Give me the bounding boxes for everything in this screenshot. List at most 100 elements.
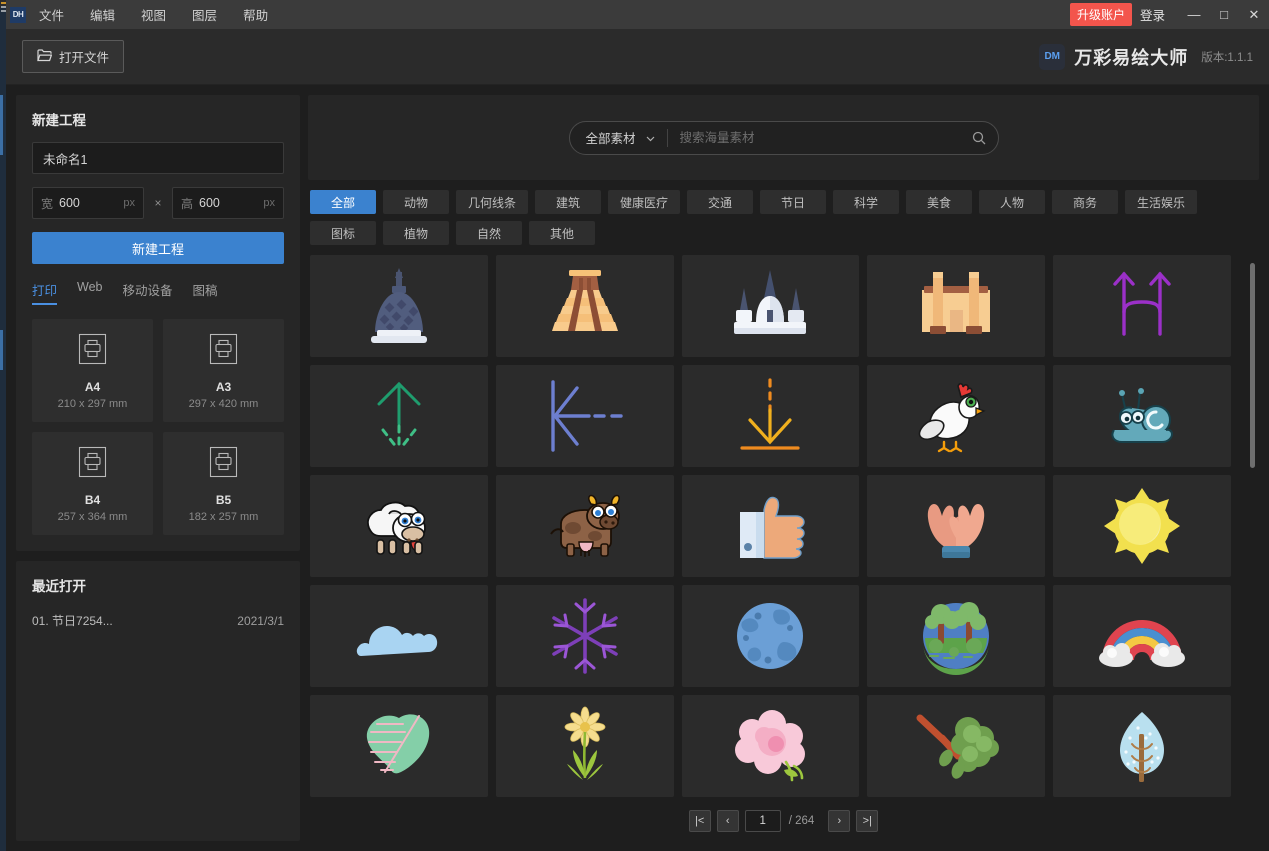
green-up-arrow-icon (357, 374, 441, 458)
asset-tile[interactable] (1053, 695, 1231, 797)
asset-tile[interactable] (867, 475, 1046, 577)
asset-tile[interactable] (495, 695, 674, 797)
upgrade-account-button[interactable]: 升级账户 (1069, 3, 1132, 26)
page-number-input[interactable] (744, 810, 781, 832)
create-project-button[interactable]: 新建工程 (32, 232, 284, 264)
category-science[interactable]: 科学 (833, 190, 900, 214)
asset-tile[interactable] (1053, 255, 1231, 357)
preset-card-a4[interactable]: A4 210 x 297 mm (32, 319, 153, 422)
preset-dims: 210 x 297 mm (57, 398, 128, 410)
preset-name: B5 (215, 493, 232, 507)
stupa-temple-icon (357, 264, 441, 348)
pagination-bar: |< ‹ / 264 › >| (308, 801, 1259, 841)
brand-name: 万彩易绘大师 (1074, 47, 1189, 68)
category-architecture[interactable]: 建筑 (535, 190, 602, 214)
preset-card-a3[interactable]: A3 297 x 420 mm (163, 319, 284, 422)
category-health-medical[interactable]: 健康医疗 (608, 190, 681, 214)
asset-tile[interactable] (310, 475, 488, 577)
category-all[interactable]: 全部 (310, 190, 376, 214)
open-file-button[interactable]: 打开文件 (22, 40, 125, 73)
height-field[interactable]: 高 600 px (172, 187, 284, 219)
asset-tile[interactable] (495, 475, 674, 577)
category-people[interactable]: 人物 (979, 190, 1046, 214)
search-input[interactable] (679, 130, 964, 145)
asset-tile[interactable] (681, 365, 860, 467)
category-filter-bar: 全部 动物 几何线条 建筑 健康医疗 交通 节日 科学 美食 人物 商务 生活娱… (308, 180, 1259, 253)
asset-grid-wrapper (308, 253, 1259, 801)
menu-layer[interactable]: 图层 (179, 1, 230, 28)
category-food[interactable]: 美食 (906, 190, 973, 214)
tab-mobile[interactable]: 移动设备 (123, 280, 173, 305)
maximize-button[interactable]: □ (1209, 0, 1239, 29)
menu-file[interactable]: 文件 (26, 1, 77, 28)
close-button[interactable]: ✕ (1239, 0, 1269, 29)
asset-tile[interactable] (495, 255, 674, 357)
first-page-button[interactable]: |< (688, 810, 711, 832)
toolbar: 打开文件 DM 万彩易绘大师 版本:1.1.1 (6, 29, 1269, 85)
tree-branch-icon (912, 704, 1000, 788)
login-button[interactable]: 登录 (1140, 5, 1165, 24)
asset-tile[interactable] (681, 585, 860, 687)
asset-tile[interactable] (1053, 365, 1231, 467)
purple-snowflake-icon (543, 594, 627, 678)
asset-tile[interactable] (310, 695, 488, 797)
preset-dims: 297 x 420 mm (188, 398, 259, 410)
asset-tile[interactable] (495, 585, 674, 687)
preset-dims: 182 x 257 mm (188, 511, 259, 523)
last-page-button[interactable]: >| (856, 810, 879, 832)
category-plants[interactable]: 植物 (383, 221, 449, 245)
category-animals[interactable]: 动物 (383, 190, 449, 214)
category-other[interactable]: 其他 (529, 221, 595, 245)
asset-tile[interactable] (681, 255, 860, 357)
preset-dims: 257 x 364 mm (57, 511, 128, 523)
asset-tile[interactable] (310, 585, 488, 687)
preset-card-b5[interactable]: B5 182 x 257 mm (163, 432, 284, 535)
preset-card-b4[interactable]: B4 257 x 364 mm (32, 432, 153, 535)
category-business[interactable]: 商务 (1052, 190, 1119, 214)
search-icon[interactable] (964, 131, 994, 145)
menu-view[interactable]: 视图 (128, 1, 179, 28)
planet-earth-icon (728, 594, 812, 678)
asset-tile[interactable] (867, 365, 1046, 467)
search-pill: 全部素材 (568, 120, 999, 155)
scrollbar-track[interactable] (1250, 253, 1257, 801)
asset-tile[interactable] (867, 695, 1046, 797)
asset-tile[interactable] (495, 365, 674, 467)
category-icons[interactable]: 图标 (310, 221, 376, 245)
asset-tile[interactable] (1053, 475, 1231, 577)
cloud-icon (355, 594, 443, 678)
category-festival[interactable]: 节日 (760, 190, 827, 214)
category-transport[interactable]: 交通 (687, 190, 754, 214)
tab-web[interactable]: Web (77, 280, 102, 305)
scrollbar-thumb[interactable] (1250, 263, 1255, 468)
tab-print[interactable]: 打印 (32, 280, 58, 305)
asset-tile[interactable] (310, 365, 488, 467)
preset-name: A3 (215, 380, 232, 394)
minimize-button[interactable]: — (1179, 0, 1209, 29)
next-page-button[interactable]: › (828, 810, 851, 832)
menu-help[interactable]: 帮助 (230, 1, 281, 28)
recent-file-item[interactable]: 01. 节日7254... 2021/3/1 (32, 608, 284, 633)
tab-artboard[interactable]: 图稿 (193, 280, 218, 305)
prev-page-button[interactable]: ‹ (716, 810, 739, 832)
menu-edit[interactable]: 编辑 (77, 1, 128, 28)
asset-tile[interactable] (310, 255, 488, 357)
category-life-entertainment[interactable]: 生活娱乐 (1125, 190, 1198, 214)
asset-tile[interactable] (867, 255, 1046, 357)
menu-bar: DH 文件 编辑 视图 图层 帮助 升级账户 登录 — □ ✕ (6, 0, 1269, 29)
height-label: 高 (181, 196, 194, 211)
width-unit: px (123, 197, 135, 209)
asset-tile[interactable] (867, 585, 1046, 687)
project-name-input[interactable] (32, 142, 284, 174)
open-file-label: 打开文件 (59, 51, 110, 65)
asset-tile[interactable] (681, 695, 860, 797)
category-nature[interactable]: 自然 (456, 221, 522, 245)
recent-files-panel: 最近打开 01. 节日7254... 2021/3/1 (16, 561, 300, 841)
recent-file-name: 01. 节日7254... (32, 614, 113, 628)
search-scope-dropdown[interactable]: 全部素材 (586, 128, 655, 147)
times-separator: × (154, 196, 162, 210)
asset-tile[interactable] (1053, 585, 1231, 687)
category-geometric-lines[interactable]: 几何线条 (456, 190, 529, 214)
asset-tile[interactable] (681, 475, 860, 577)
width-field[interactable]: 宽 600 px (32, 187, 144, 219)
